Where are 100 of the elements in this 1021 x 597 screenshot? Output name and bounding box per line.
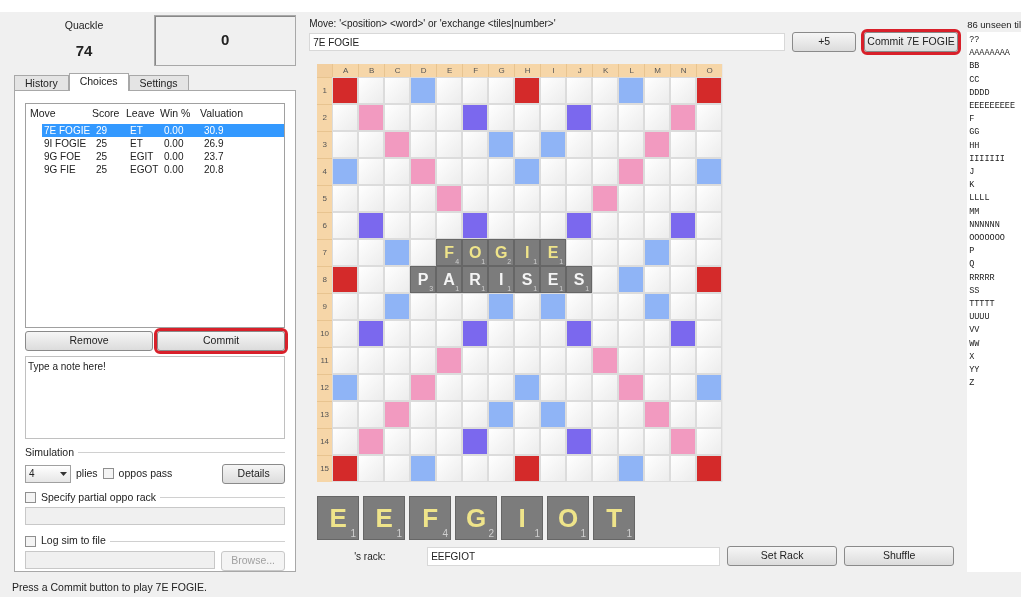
unseen-tiles-line: GG xyxy=(969,126,981,140)
double-letter-square[interactable] xyxy=(410,455,437,482)
double-word-square[interactable] xyxy=(410,374,437,401)
rack-label: 's rack: xyxy=(353,549,387,564)
table-cell-text: 20.8 xyxy=(204,162,225,177)
table-cell-text: 25 xyxy=(96,162,109,177)
rack-field[interactable]: EEFGIOT xyxy=(427,546,721,566)
row-label: 6 xyxy=(317,212,333,239)
unseen-tiles-line: IIIIIII xyxy=(969,152,1006,166)
triple-letter-square[interactable] xyxy=(462,320,489,347)
tab[interactable]: Choices xyxy=(68,72,129,91)
double-letter-square[interactable] xyxy=(618,266,645,293)
column-header[interactable]: Move xyxy=(26,105,92,122)
double-letter-square[interactable] xyxy=(618,77,645,104)
double-word-square[interactable] xyxy=(410,158,437,185)
double-letter-square[interactable] xyxy=(644,239,671,266)
double-word-square[interactable] xyxy=(592,347,619,374)
plus-five-button[interactable]: +5 xyxy=(792,32,857,52)
checkbox[interactable] xyxy=(25,491,36,503)
triple-letter-square[interactable] xyxy=(670,212,697,239)
double-word-square[interactable] xyxy=(436,347,463,374)
double-word-square[interactable] xyxy=(358,428,385,455)
triple-word-square[interactable] xyxy=(696,77,723,104)
double-word-square[interactable] xyxy=(384,401,411,428)
triple-word-square[interactable] xyxy=(514,77,541,104)
triple-word-square[interactable] xyxy=(696,266,723,293)
double-word-square[interactable] xyxy=(592,185,619,212)
tab[interactable]: Settings xyxy=(128,74,189,90)
triple-letter-square[interactable] xyxy=(358,212,385,239)
column-header[interactable]: Valuation xyxy=(200,105,260,122)
checkbox[interactable] xyxy=(25,535,36,547)
double-letter-square[interactable] xyxy=(696,374,723,401)
row-label: 8 xyxy=(317,266,333,293)
details-button[interactable]: Details xyxy=(222,463,286,484)
move-row[interactable]: 9I FOGIE 25 ET 0.00 26.9 xyxy=(42,136,285,150)
double-letter-square[interactable] xyxy=(696,158,723,185)
row-label: 10 xyxy=(317,320,333,347)
remove-button[interactable]: Remove xyxy=(25,330,154,351)
triple-word-square[interactable] xyxy=(696,455,723,482)
set-rack-button[interactable]: Set Rack xyxy=(727,546,838,566)
double-word-square[interactable] xyxy=(358,104,385,131)
triple-letter-square[interactable] xyxy=(462,428,489,455)
triple-letter-square[interactable] xyxy=(358,320,385,347)
checkbox[interactable] xyxy=(102,468,114,479)
plies-dropdown[interactable]: 4 xyxy=(25,464,71,483)
table-cell-text: 30.9 xyxy=(204,123,225,138)
triple-word-square[interactable] xyxy=(332,455,359,482)
move-row[interactable]: 9G FOE 25 EGIT 0.00 23.7 xyxy=(42,149,285,163)
double-letter-square[interactable] xyxy=(488,401,515,428)
column-label: O xyxy=(696,64,723,77)
partial-rack-field[interactable] xyxy=(25,507,286,526)
double-letter-square[interactable] xyxy=(644,293,671,320)
log-file-field[interactable] xyxy=(25,551,216,569)
move-field[interactable]: 7E FOGIE xyxy=(309,33,786,51)
checkbox-label: Specify partial oppo rack xyxy=(41,489,156,505)
note-field[interactable]: Type a note here! xyxy=(25,355,286,439)
row-label: 3 xyxy=(317,131,333,158)
triple-letter-square[interactable] xyxy=(462,212,489,239)
shuffle-button[interactable]: Shuffle xyxy=(844,546,955,566)
board-square[interactable] xyxy=(384,266,411,293)
triple-letter-square[interactable] xyxy=(566,428,593,455)
table-cell-text: 29 xyxy=(96,123,109,138)
double-letter-square[interactable] xyxy=(488,293,515,320)
double-letter-square[interactable] xyxy=(618,455,645,482)
table-cell-text: 0.00 xyxy=(164,149,185,164)
triple-word-square[interactable] xyxy=(514,455,541,482)
triple-word-square[interactable] xyxy=(332,266,359,293)
double-letter-square[interactable] xyxy=(514,374,541,401)
board-square[interactable] xyxy=(410,239,437,266)
double-letter-square[interactable] xyxy=(540,131,567,158)
column-header[interactable]: Score xyxy=(92,105,126,122)
double-word-square[interactable] xyxy=(384,131,411,158)
row-label: 14 xyxy=(317,428,333,455)
column-header[interactable]: Leave xyxy=(126,105,160,122)
commit-move-button[interactable]: Commit 7E FOGIE xyxy=(864,32,959,52)
unseen-tiles-line: DDDD xyxy=(969,86,991,100)
triple-letter-square[interactable] xyxy=(566,104,593,131)
double-word-square[interactable] xyxy=(644,401,671,428)
triple-word-square[interactable] xyxy=(332,77,359,104)
double-letter-square[interactable] xyxy=(332,158,359,185)
move-row[interactable]: 9G FIE 25 EGOT 0.00 20.8 xyxy=(42,162,285,176)
double-letter-square[interactable] xyxy=(488,131,515,158)
double-word-square[interactable] xyxy=(436,185,463,212)
move-hint: Move: '<position> <word>' or 'exchange <tiles|number>' xyxy=(309,17,557,30)
triple-letter-square[interactable] xyxy=(462,104,489,131)
tab[interactable]: History xyxy=(14,74,69,90)
double-letter-square[interactable] xyxy=(410,77,437,104)
double-letter-square[interactable] xyxy=(540,401,567,428)
double-letter-square[interactable] xyxy=(540,293,567,320)
double-word-square[interactable] xyxy=(618,158,645,185)
triple-letter-square[interactable] xyxy=(566,212,593,239)
double-word-square[interactable] xyxy=(644,131,671,158)
double-letter-square[interactable] xyxy=(332,374,359,401)
triple-letter-square[interactable] xyxy=(670,320,697,347)
column-header[interactable]: Win % xyxy=(160,105,200,122)
double-word-square[interactable] xyxy=(618,374,645,401)
double-letter-square[interactable] xyxy=(514,158,541,185)
commit-button[interactable]: Commit xyxy=(157,330,286,351)
triple-letter-square[interactable] xyxy=(566,320,593,347)
row-label: 4 xyxy=(317,158,333,185)
